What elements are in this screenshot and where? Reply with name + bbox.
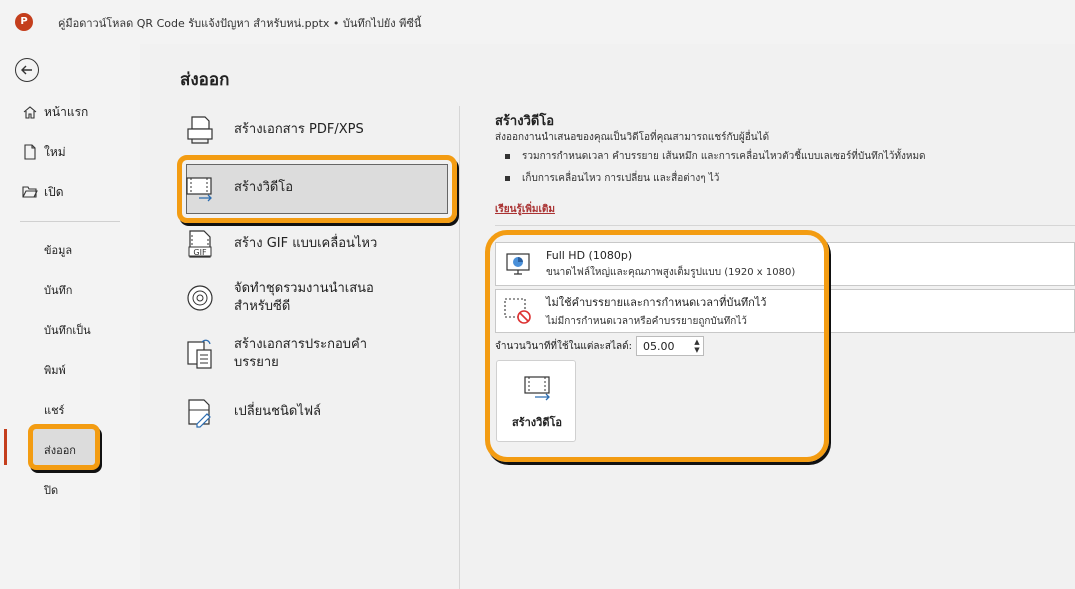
panel-description: ส่งออกงานนำเสนอของคุณเป็นวิดีโอที่คุณสาม… [495,132,770,143]
pdf-xps-icon [180,112,220,148]
backstage-main: ส่งออก สร้างเอกสาร PDF/XPS สร้างวิดีโอ G… [140,44,1075,589]
new-file-icon [20,144,40,160]
page-title: ส่งออก [180,70,230,90]
export-option-label-line1: สร้างเอกสารประกอบคำ [234,337,368,352]
sidebar-item-label: เปิด [44,184,64,199]
export-option-cd[interactable]: จัดทำชุดรวมงานนำเสนอ สำหรับซีดี [180,280,450,316]
bullet-item: รวมการกำหนดเวลา คำบรรยาย เส้นหมึก และการ… [505,149,926,164]
sidebar-item-save-as[interactable]: บันทึกเป็น [44,321,91,339]
sidebar-divider [20,221,120,222]
export-option-gif[interactable]: GIF สร้าง GIF แบบเคลื่อนไหว [180,226,450,262]
export-option-label-line2: สำหรับซีดี [234,299,291,314]
video-icon [180,170,220,206]
sidebar-item-close[interactable]: ปิด [44,481,58,499]
settings-highlight [485,230,829,462]
export-option-change-type[interactable]: เปลี่ยนชนิดไฟล์ [180,394,450,430]
export-option-label-line2: บรรยาย [234,355,279,370]
export-option-label: สร้าง GIF แบบเคลื่อนไหว [234,236,378,251]
sidebar-item-export[interactable]: ส่งออก [44,441,76,459]
sidebar-item-print[interactable]: พิมพ์ [44,361,66,379]
sidebar-item-save[interactable]: บันทึก [44,281,72,299]
panel-title: สร้างวิดีโอ [495,114,555,129]
title-bar: P คู่มือดาวน์โหลด QR Code รับแจ้งปัญหา ส… [0,0,1075,44]
cd-icon [180,280,220,316]
handouts-icon [180,336,220,372]
export-option-label: เปลี่ยนชนิดไฟล์ [234,404,322,419]
sidebar-item-open[interactable]: เปิด [0,174,140,210]
export-option-handouts[interactable]: สร้างเอกสารประกอบคำ บรรยาย [180,336,450,372]
powerpoint-logo-icon: P [15,13,33,31]
backstage-sidebar: หน้าแรก ใหม่ เปิด ข้อมูล บันทึก บันทึกเป… [0,44,140,589]
bullet-item: เก็บการเคลื่อนไหว การเปลี่ยน และสื่อต่าง… [505,171,719,186]
svg-text:GIF: GIF [193,248,207,257]
export-option-label: สร้างวิดีโอ [234,180,294,195]
back-arrow-icon [21,65,32,75]
sidebar-item-share[interactable]: แชร์ [44,401,64,419]
export-option-video[interactable]: สร้างวิดีโอ [180,170,450,206]
active-indicator [4,429,7,465]
column-divider [459,106,460,589]
export-option-label: สร้างเอกสาร PDF/XPS [234,122,364,137]
export-option-label-line1: จัดทำชุดรวมงานนำเสนอ [234,281,374,296]
learn-more-link[interactable]: เรียนรู้เพิ่มเติม [495,202,555,217]
folder-open-icon [20,184,40,200]
bullet-icon [505,153,510,159]
back-button[interactable] [15,58,39,82]
sidebar-item-info[interactable]: ข้อมูล [44,241,72,259]
export-option-pdf[interactable]: สร้างเอกสาร PDF/XPS [180,112,450,148]
sidebar-item-new[interactable]: ใหม่ [0,134,140,170]
sidebar-item-label: หน้าแรก [44,104,89,119]
sidebar-item-label: ใหม่ [44,144,66,159]
bullet-icon [505,175,510,181]
gif-icon: GIF [180,226,220,262]
panel-separator [495,225,1075,226]
window-title: คู่มือดาวน์โหลด QR Code รับแจ้งปัญหา สำห… [58,17,422,30]
home-icon [20,104,40,120]
change-file-type-icon [180,394,220,430]
sidebar-item-home[interactable]: หน้าแรก [0,94,140,130]
